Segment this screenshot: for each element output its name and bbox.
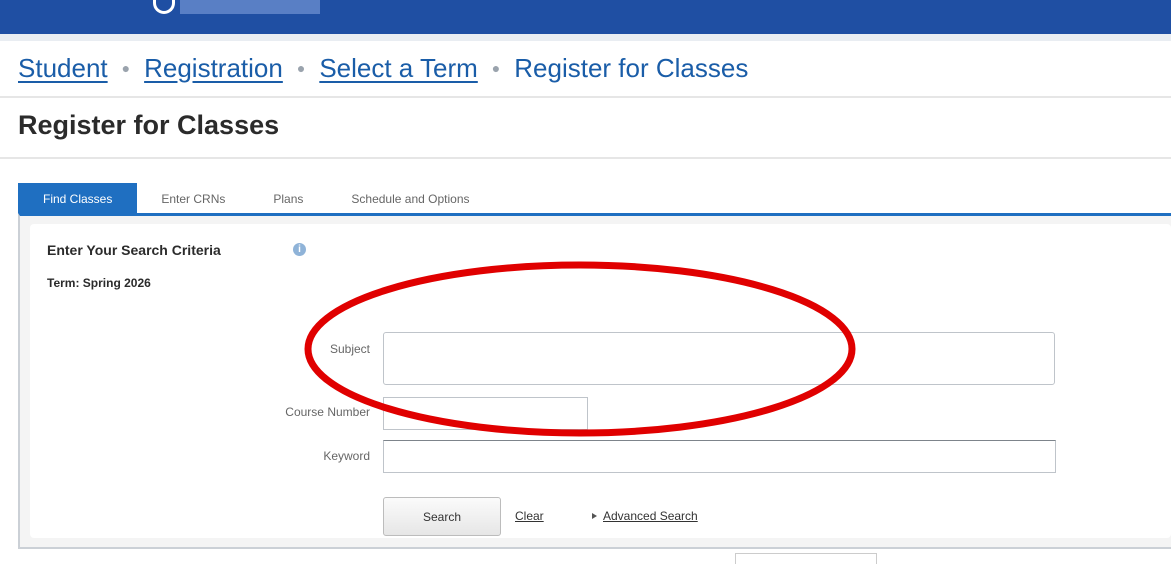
info-icon[interactable]: i [293,243,306,256]
footer-strip [0,549,1171,563]
search-button[interactable]: Search [383,497,501,536]
clear-link[interactable]: Clear [515,509,544,523]
logo-icon [153,0,175,14]
advanced-search-link[interactable]: Advanced Search [603,509,698,523]
header-shadow [0,34,1171,41]
course-number-label: Course Number [285,405,370,419]
divider [0,157,1171,159]
breadcrumb-separator: ● [121,60,131,76]
tab-find-classes[interactable]: Find Classes [18,183,138,215]
keyword-input[interactable] [383,440,1056,473]
page-title: Register for Classes [18,110,280,140]
search-criteria-title: Enter Your Search Criteria [47,242,221,258]
caret-right-icon [592,513,597,519]
subject-input[interactable] [383,332,1055,385]
tabs: Find Classes Enter CRNs Plans Schedule a… [18,183,494,215]
logo-wordmark [180,0,320,14]
breadcrumb: Student ● Registration ● Select a Term ●… [18,50,748,86]
breadcrumb-student[interactable]: Student [18,53,108,84]
breadcrumb-registration[interactable]: Registration [144,53,283,84]
breadcrumb-select-term[interactable]: Select a Term [319,53,477,84]
course-number-input[interactable] [383,397,588,430]
tab-plans[interactable]: Plans [249,183,327,215]
top-header-bar [0,0,1171,34]
breadcrumb-separator: ● [296,60,306,76]
divider [0,96,1171,98]
advanced-search[interactable]: Advanced Search [592,509,698,523]
breadcrumb-separator: ● [491,60,501,76]
term-label: Term: Spring 2026 [47,276,151,290]
tab-enter-crns[interactable]: Enter CRNs [137,183,249,215]
footer-controls [735,553,877,564]
keyword-label: Keyword [323,449,370,463]
subject-label: Subject [329,342,370,356]
breadcrumb-register-for-classes: Register for Classes [514,52,749,83]
tab-schedule-and-options[interactable]: Schedule and Options [327,183,493,215]
